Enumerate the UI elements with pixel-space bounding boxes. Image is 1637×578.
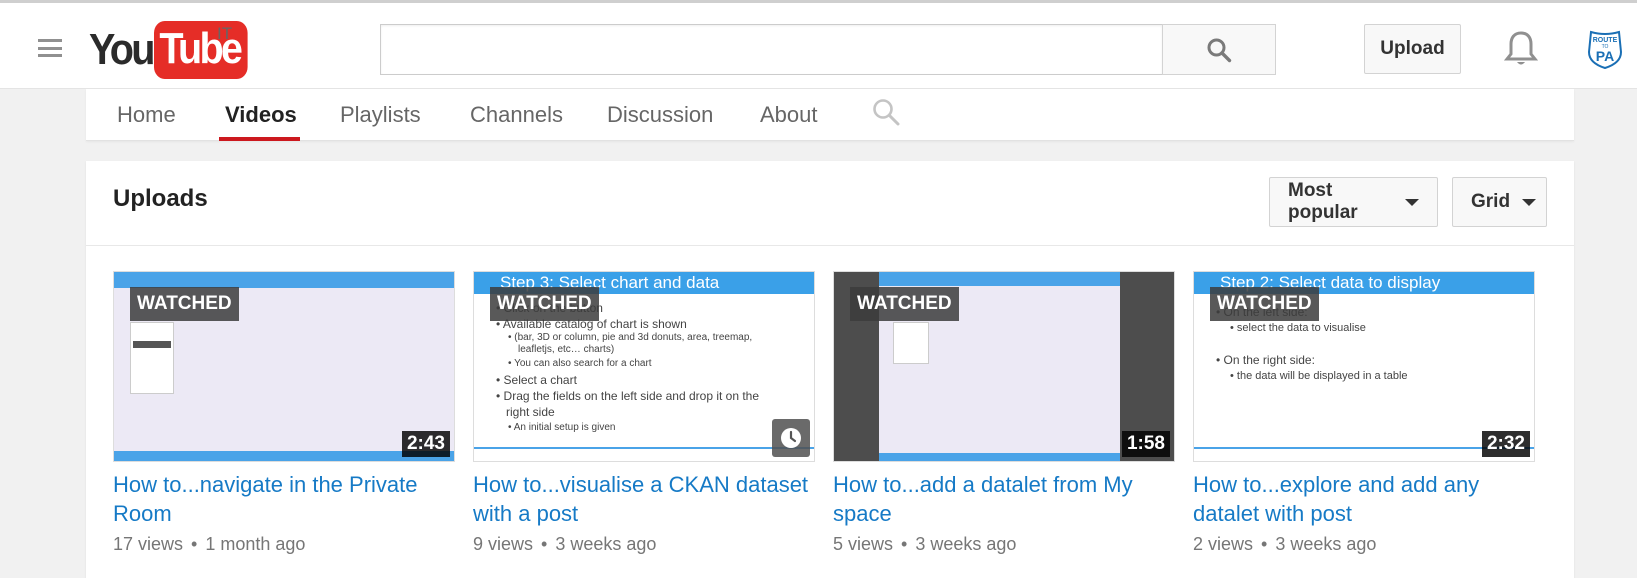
view-dropdown[interactable]: Grid [1452,177,1547,227]
channel-tabs: Home Videos Playlists Channels Discussio… [86,89,1574,141]
tab-videos[interactable]: Videos [221,89,301,141]
duration-badge: 2:32 [1481,431,1530,457]
watched-badge: WATCHED [490,287,599,321]
video-thumbnail[interactable]: WATCHED 1:58 [833,271,1175,462]
caret-down-icon [1522,198,1537,206]
video-card: WATCHED 2:43 How to...navigate in the Pr… [113,271,455,555]
thumbnail-panel [130,322,174,394]
menu-icon[interactable] [38,39,62,57]
youtube-logo[interactable]: You Tube IT [89,21,258,79]
upload-button[interactable]: Upload [1364,24,1461,74]
avatar-text-pa: PA [1596,48,1614,64]
logo-country-code: IT [217,24,233,43]
caret-down-icon [1405,198,1419,206]
upload-age: 3 weeks ago [1275,534,1377,554]
search-input[interactable] [380,24,1162,75]
view-count: 5 views [833,534,894,554]
watched-badge: WATCHED [850,287,959,321]
tab-channels[interactable]: Channels [466,89,567,141]
watched-badge: WATCHED [1210,287,1319,321]
video-meta: 9 views • 3 weeks ago [473,534,657,554]
masthead: You Tube IT Upload ROUTE TO PA [0,0,1637,89]
upload-age: 1 month ago [205,534,306,554]
upload-age: 3 weeks ago [915,534,1017,554]
clock-icon [781,428,801,448]
video-meta: 17 views • 1 month ago [113,534,306,554]
video-title-link[interactable]: How to...visualise a CKAN dataset with a… [473,470,815,528]
video-meta: 5 views • 3 weeks ago [833,534,1017,554]
view-count: 17 views [113,534,184,554]
logo-tube-text: Tube [153,21,248,79]
video-thumbnail[interactable]: Step 2: Select data to display • On the … [1193,271,1535,462]
video-title-link[interactable]: How to...navigate in the Private Room [113,470,455,528]
sort-label: Most popular [1288,180,1358,223]
tab-playlists[interactable]: Playlists [336,89,425,141]
section-divider [86,245,1574,246]
video-card: Step 2: Select data to display • On the … [1193,271,1535,555]
video-thumbnail[interactable]: Step 3: Select chart and data • Click on… [473,271,815,462]
view-count: 9 views [473,534,534,554]
duration-badge: 1:58 [1121,431,1170,457]
uploads-section: Uploads Most popular Grid WATCHED 2:43 H… [86,161,1574,578]
view-label: Grid [1471,191,1511,212]
watched-badge: WATCHED [130,287,239,321]
tab-home[interactable]: Home [113,89,180,141]
bell-icon[interactable] [1504,29,1538,69]
sort-dropdown[interactable]: Most popular [1269,177,1438,227]
upload-age: 3 weeks ago [555,534,657,554]
slide-footer-line [474,447,814,449]
watch-later-button[interactable] [772,419,810,457]
view-count: 2 views [1193,534,1254,554]
avatar[interactable]: ROUTE TO PA [1584,28,1626,70]
video-title-link[interactable]: How to...explore and add any datalet wit… [1193,470,1535,528]
video-title-link[interactable]: How to...add a datalet from My space [833,470,1175,528]
channel-search-icon[interactable] [871,97,901,127]
thumbnail-app-bar [114,272,454,288]
logo-you-text: You [89,25,155,74]
section-title: Uploads [113,185,208,212]
search-button[interactable] [1162,24,1276,75]
video-meta: 2 views • 3 weeks ago [1193,534,1377,554]
duration-badge: 2:43 [401,431,450,457]
tab-discussion[interactable]: Discussion [603,89,717,141]
active-tab-indicator [219,137,300,141]
search-icon [1207,38,1232,62]
video-card: WATCHED 1:58 How to...add a datalet from… [833,271,1175,555]
video-thumbnail[interactable]: WATCHED 2:43 [113,271,455,462]
avatar-text-route: ROUTE [1593,37,1618,44]
tab-about[interactable]: About [756,89,822,141]
video-card: Step 3: Select chart and data • Click on… [473,271,815,555]
